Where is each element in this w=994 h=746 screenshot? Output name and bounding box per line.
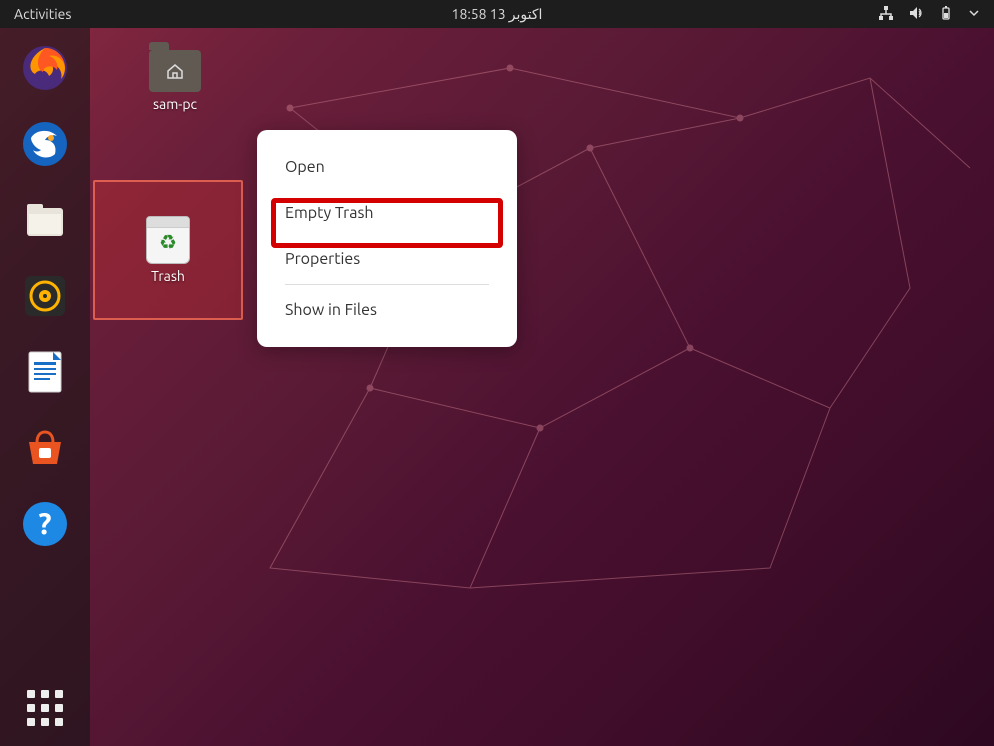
- menu-item-empty-trash[interactable]: Empty Trash: [257, 190, 517, 236]
- desktop-icon-label: Trash: [151, 268, 185, 284]
- dock-item-help[interactable]: ?: [17, 496, 73, 552]
- dock-item-rhythmbox[interactable]: [17, 268, 73, 324]
- dock: ?: [0, 28, 90, 746]
- dock-item-firefox[interactable]: [17, 40, 73, 96]
- menu-item-show-in-files[interactable]: Show in Files: [257, 287, 517, 333]
- dock-item-libreoffice-writer[interactable]: [17, 344, 73, 400]
- wallpaper-art: [90, 28, 994, 746]
- recycle-icon: ♻: [159, 230, 177, 254]
- context-menu: Open Empty Trash Properties Show in File…: [257, 130, 517, 347]
- chevron-down-icon[interactable]: [968, 6, 980, 22]
- top-bar: Activities اکتوبر 13 18:58: [0, 0, 994, 28]
- volume-icon[interactable]: [908, 5, 924, 24]
- folder-icon: [149, 50, 201, 92]
- network-icon[interactable]: [878, 5, 894, 24]
- svg-text:?: ?: [38, 506, 51, 540]
- dock-item-ubuntu-software[interactable]: [17, 420, 73, 476]
- show-applications-button[interactable]: [27, 690, 63, 726]
- trash-icon: ♻: [146, 216, 190, 264]
- menu-item-properties[interactable]: Properties: [257, 236, 517, 282]
- desktop-icon-trash[interactable]: ♻ Trash: [93, 180, 243, 320]
- dock-item-files[interactable]: [17, 192, 73, 248]
- battery-icon[interactable]: [938, 5, 954, 24]
- desktop-icon-label: sam-pc: [153, 96, 197, 112]
- menu-item-open[interactable]: Open: [257, 144, 517, 190]
- clock[interactable]: اکتوبر 13 18:58: [452, 6, 543, 23]
- system-tray[interactable]: [878, 5, 994, 24]
- activities-button[interactable]: Activities: [0, 6, 71, 22]
- menu-separator: [285, 284, 489, 285]
- desktop-icon-home[interactable]: sam-pc: [130, 50, 220, 112]
- dock-item-thunderbird[interactable]: [17, 116, 73, 172]
